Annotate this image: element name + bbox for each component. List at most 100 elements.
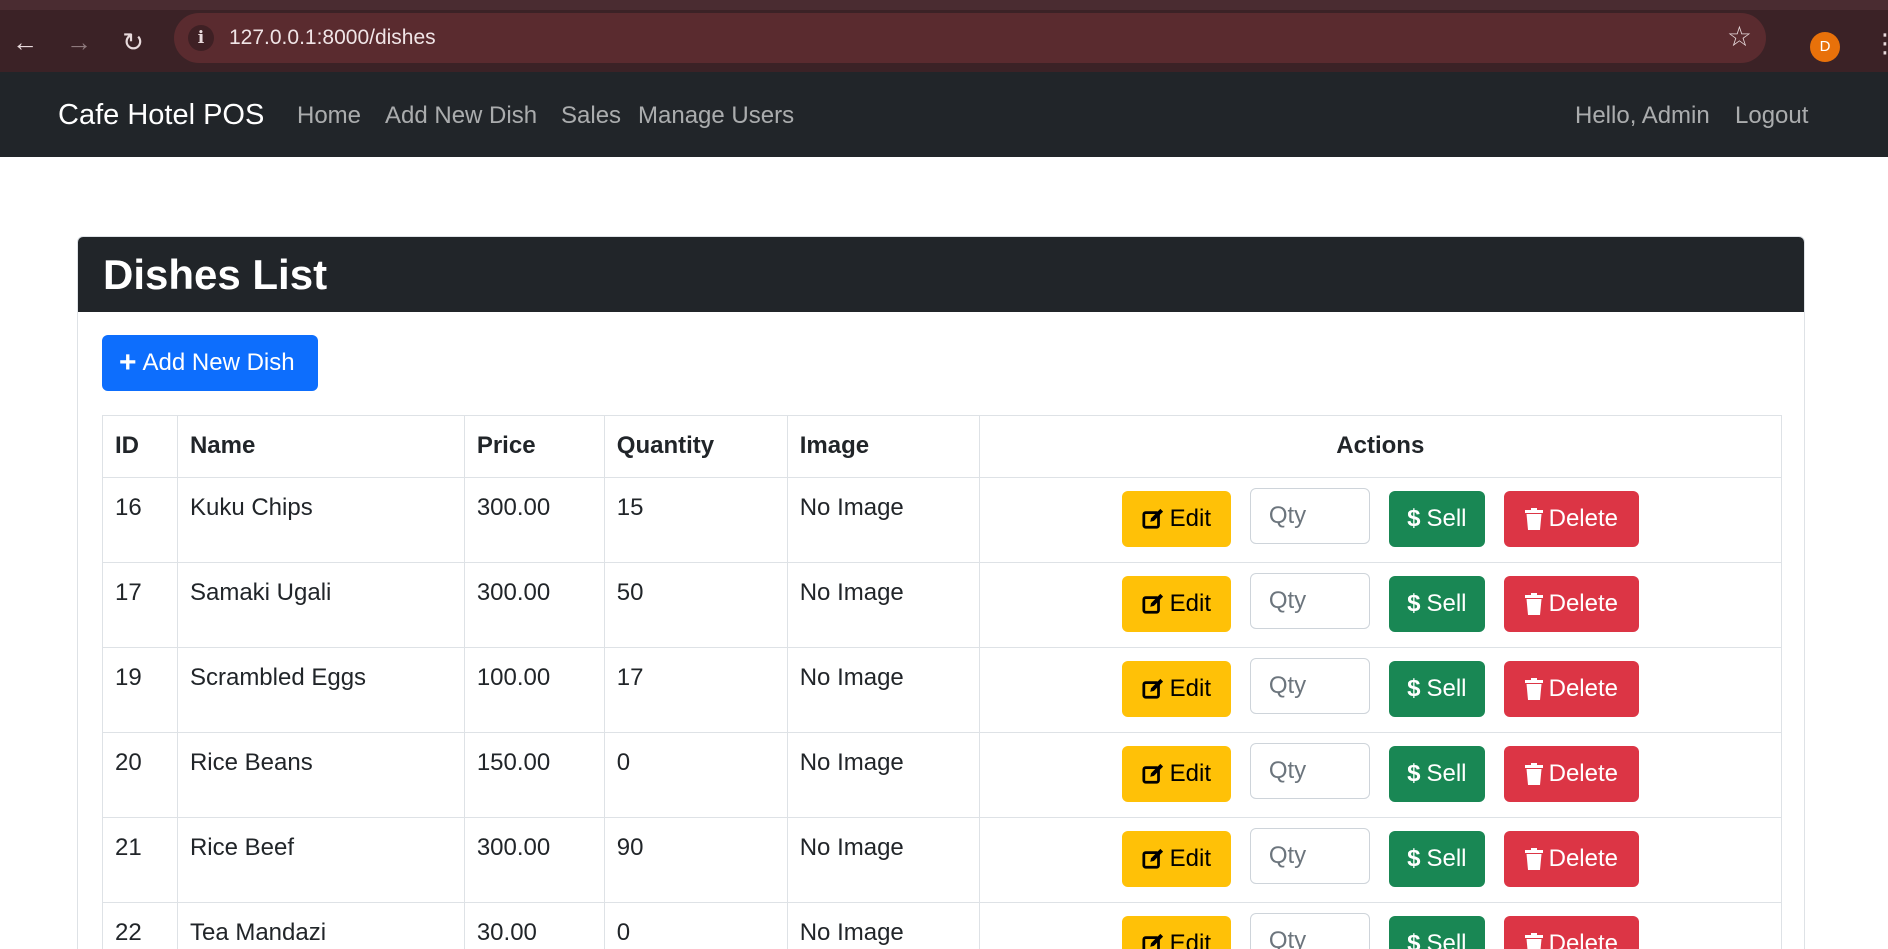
edit-button[interactable]: Edit	[1121, 916, 1231, 949]
delete-label: Delete	[1548, 760, 1618, 787]
browser-menu-icon[interactable]: ⋮	[1872, 28, 1888, 58]
edit-icon	[1142, 678, 1163, 699]
delete-label: Delete	[1548, 675, 1618, 702]
dish-image: No Image	[786, 647, 980, 733]
edit-icon	[1142, 848, 1163, 869]
edit-label: Edit	[1169, 505, 1211, 532]
dish-quantity: 0	[603, 902, 788, 949]
edit-label: Edit	[1169, 675, 1211, 702]
delete-label: Delete	[1548, 505, 1618, 532]
plus-icon: +	[119, 346, 137, 379]
dish-actions: Edit $Sell Delete	[978, 477, 1783, 563]
dish-name: Kuku Chips	[176, 477, 465, 563]
delete-button[interactable]: Delete	[1503, 916, 1639, 949]
quantity-input[interactable]	[1249, 913, 1370, 949]
edit-button[interactable]: Edit	[1121, 661, 1231, 717]
sell-button[interactable]: $ Sell	[1388, 831, 1485, 887]
dish-name: Scrambled Eggs	[176, 647, 465, 733]
dish-quantity: 17	[603, 647, 788, 733]
dollar-icon: $	[1407, 930, 1421, 949]
sell-label: Sell	[1426, 505, 1467, 532]
url-text[interactable]: 127.0.0.1:8000/dishes	[229, 26, 436, 50]
site-info-icon[interactable]: i	[188, 25, 214, 51]
nav-link-manage-users[interactable]: Manage Users	[638, 102, 794, 130]
forward-arrow-icon[interactable]: →	[64, 27, 94, 57]
dollar-icon: $	[1407, 590, 1421, 617]
edit-button[interactable]: Edit	[1121, 831, 1231, 887]
column-header-quantity: Quantity	[603, 415, 788, 478]
delete-button[interactable]: Delete	[1503, 746, 1639, 802]
trash-icon	[1524, 848, 1543, 870]
quantity-input[interactable]	[1249, 488, 1370, 544]
edit-button[interactable]: Edit	[1121, 746, 1231, 802]
bookmark-star-icon[interactable]: ☆	[1727, 22, 1752, 52]
column-header-image: Image	[786, 415, 980, 478]
dish-price: 300.00	[463, 562, 605, 648]
delete-label: Delete	[1548, 590, 1618, 617]
nav-greeting: Hello, Admin	[1575, 102, 1710, 129]
delete-button[interactable]: Delete	[1503, 576, 1639, 632]
edit-label: Edit	[1169, 930, 1211, 949]
sell-button[interactable]: $ Sell	[1388, 661, 1485, 717]
dish-price: 100.00	[463, 647, 605, 733]
quantity-input[interactable]	[1249, 658, 1370, 714]
table-row: 19Scrambled Eggs100.0017No Image Edit $Sel…	[102, 647, 1783, 733]
dishes-card: Dishes List + Add New Dish ID Name Price …	[77, 236, 1805, 949]
sell-button[interactable]: $ Sell	[1388, 576, 1485, 632]
dish-actions: Edit $Sell Delete	[978, 732, 1783, 818]
add-new-dish-label: Add New Dish	[142, 349, 295, 376]
column-header-id: ID	[102, 415, 178, 478]
dish-name: Tea Mandazi	[176, 902, 465, 949]
navbar-brand[interactable]: Cafe Hotel POS	[58, 99, 264, 132]
delete-button[interactable]: Delete	[1503, 491, 1639, 547]
dish-image: No Image	[786, 477, 980, 563]
dish-image: No Image	[786, 732, 980, 818]
quantity-input[interactable]	[1249, 743, 1370, 799]
dollar-icon: $	[1407, 760, 1421, 787]
quantity-input[interactable]	[1249, 573, 1370, 629]
browser-toolbar: ← → ↻ i 127.0.0.1:8000/dishes ☆ D ⋮	[0, 0, 1888, 72]
delete-button[interactable]: Delete	[1503, 831, 1639, 887]
dish-name: Rice Beans	[176, 732, 465, 818]
sell-label: Sell	[1426, 845, 1467, 872]
dish-id: 22	[102, 902, 178, 949]
dish-image: No Image	[786, 562, 980, 648]
trash-icon	[1524, 593, 1543, 615]
dish-quantity: 90	[603, 817, 788, 903]
sell-label: Sell	[1426, 675, 1467, 702]
nav-link-add-new-dish[interactable]: Add New Dish	[385, 102, 537, 130]
column-header-price: Price	[463, 415, 605, 478]
table-row: 20Rice Beans150.000No Image Edit $Sell Dele…	[102, 732, 1783, 818]
nav-link-logout[interactable]: Logout	[1735, 102, 1808, 130]
dish-quantity: 15	[603, 477, 788, 563]
sell-label: Sell	[1426, 760, 1467, 787]
edit-label: Edit	[1169, 760, 1211, 787]
sell-button[interactable]: $ Sell	[1388, 916, 1485, 949]
dish-name: Samaki Ugali	[176, 562, 465, 648]
edit-icon	[1142, 593, 1163, 614]
delete-button[interactable]: Delete	[1503, 661, 1639, 717]
dish-id: 21	[102, 817, 178, 903]
dish-quantity: 50	[603, 562, 788, 648]
dishes-table: ID Name Price Quantity Image Actions 16 K…	[102, 415, 1783, 949]
sell-button[interactable]: $ Sell	[1388, 746, 1485, 802]
back-arrow-icon[interactable]: ←	[10, 27, 40, 57]
nav-link-sales[interactable]: Sales	[561, 102, 621, 130]
table-row: 22Tea Mandazi30.000No Image Edit $ Sell Dele…	[102, 902, 1783, 949]
page-title: Dishes List	[103, 251, 328, 298]
quantity-input[interactable]	[1249, 828, 1370, 884]
dish-quantity: 0	[603, 732, 788, 818]
profile-avatar[interactable]: D	[1810, 32, 1840, 62]
sell-button[interactable]: $ Sell	[1388, 491, 1485, 547]
edit-button[interactable]: Edit	[1121, 576, 1231, 632]
address-bar[interactable]: i 127.0.0.1:8000/dishes ☆	[174, 13, 1766, 63]
nav-link-home[interactable]: Home	[297, 102, 361, 130]
reload-icon[interactable]: ↻	[118, 27, 148, 57]
edit-button[interactable]: Edit	[1121, 491, 1231, 547]
edit-icon	[1142, 508, 1163, 529]
edit-icon	[1142, 763, 1163, 784]
dish-actions: Edit $Sell Delete	[978, 562, 1783, 648]
dish-price: 300.00	[463, 477, 605, 563]
add-new-dish-button[interactable]: + Add New Dish	[102, 335, 318, 391]
table-row: 16Kuku Chips300.0015No Image Edit $Sell Del…	[102, 477, 1783, 563]
